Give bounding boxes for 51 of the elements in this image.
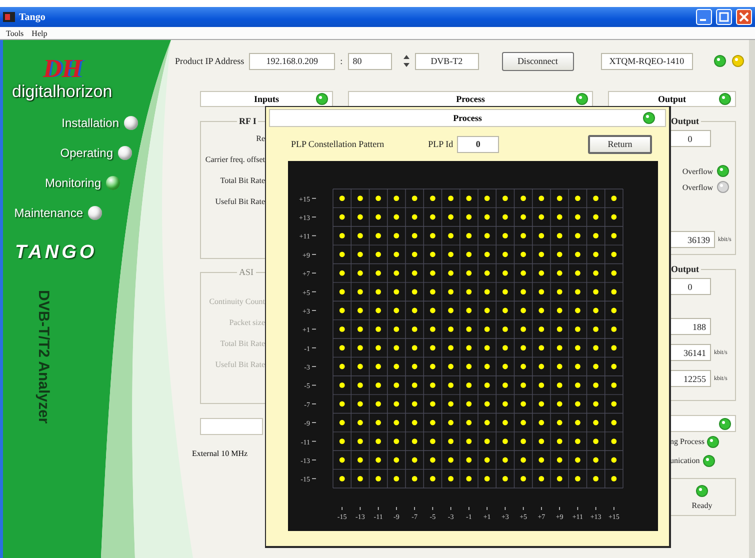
port-field[interactable]: 80 — [348, 52, 392, 70]
logo-mark: DH — [43, 56, 82, 82]
panel-header: Process — [348, 91, 593, 107]
field-label: Total Bit Rate — [219, 339, 265, 348]
value-field: 188 — [669, 318, 711, 335]
field-label: Useful Bit Rate — [214, 197, 265, 206]
flag-label: Overflow — [682, 182, 713, 192]
minimize-button[interactable] — [696, 9, 712, 25]
plp-id-label: PLP Id — [428, 139, 454, 149]
status-label: unication — [670, 456, 700, 465]
panel-header: Output — [608, 91, 736, 107]
disconnect-button[interactable]: Disconnect — [502, 52, 574, 70]
brand-name: digitalhorizon — [12, 82, 112, 102]
flag-label: Overflow — [682, 166, 713, 176]
product-subtitle: DVB-T/T2 Analyzer — [35, 290, 52, 424]
ip-address-field[interactable]: 192.168.0.209 — [249, 52, 336, 70]
plp-id-field[interactable]: 0 — [457, 136, 500, 152]
serial-field: XTQM-RQEO-1410 — [600, 52, 693, 70]
menu-item[interactable]: Help — [32, 28, 48, 38]
return-button[interactable]: Return — [588, 134, 652, 154]
field-label: Carrier freq. offset — [204, 155, 265, 164]
window-title: Tango — [19, 12, 46, 22]
status-label: Ready — [692, 500, 712, 510]
field-label: Total Bit Rate — [219, 176, 265, 185]
spinner-button[interactable] — [402, 54, 410, 68]
value-field: 36139 — [669, 231, 715, 248]
value-field: 0 — [669, 278, 711, 295]
field-label: Useful Bit Rate — [214, 360, 265, 369]
field-label: Continuity Count — [208, 297, 265, 306]
chart-heading: PLP Constellation Pattern — [291, 139, 384, 149]
app-icon — [3, 11, 15, 23]
field-label: Packet size — [228, 318, 265, 327]
value-field: 0 — [669, 130, 711, 147]
group-title: RF I — [238, 116, 258, 126]
value-field: 36141 — [669, 344, 711, 361]
ip-address-label: Product IP Address — [175, 56, 244, 66]
standard-field[interactable]: DVB-T2 — [414, 52, 479, 70]
value-field: 12255 — [669, 370, 711, 387]
group-title: Output — [670, 264, 700, 274]
separator-text: : — [340, 56, 343, 66]
input-field[interactable] — [200, 418, 263, 435]
product-name: TANGO — [15, 242, 98, 264]
clock-label: External 10 MHz — [192, 449, 249, 458]
group-title: Output — [670, 116, 700, 126]
menu-item[interactable]: Tools — [6, 28, 24, 38]
group-title: ASI — [238, 267, 255, 277]
dialog-header: Process — [269, 109, 666, 127]
maximize-button[interactable] — [716, 9, 732, 25]
field-label: Re — [255, 134, 265, 143]
close-button[interactable] — [736, 9, 752, 25]
panel-header: Inputs — [200, 91, 333, 107]
